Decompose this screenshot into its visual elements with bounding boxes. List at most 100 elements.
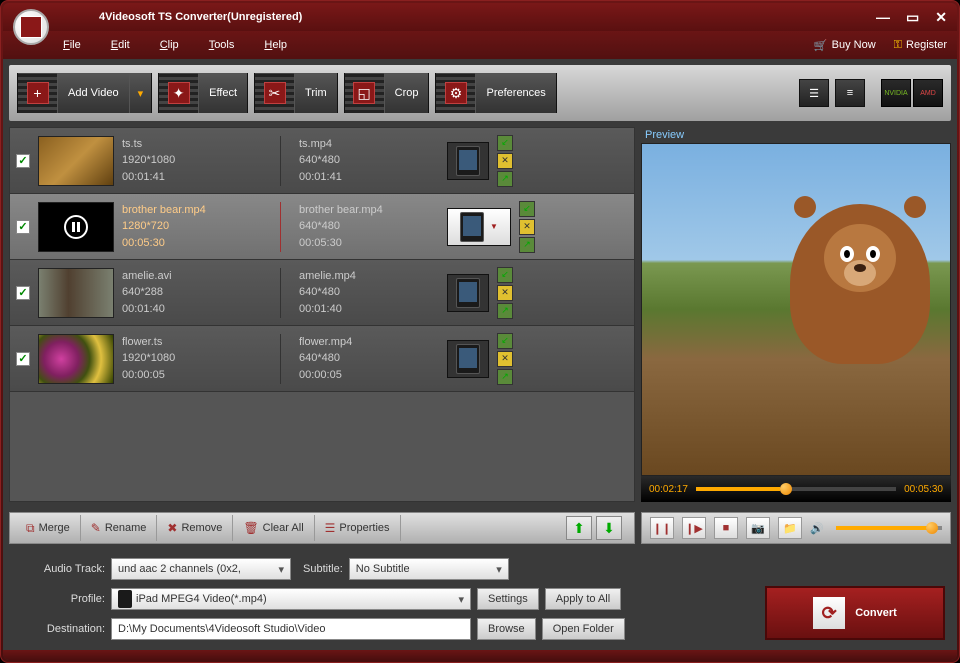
register-link[interactable]: ⚿ Register — [894, 39, 947, 52]
open-folder-icon-button[interactable]: 📁 — [778, 517, 802, 539]
stop-button[interactable]: ■ — [714, 517, 738, 539]
apply-to-all-button[interactable]: Apply to All — [545, 588, 621, 610]
list-icon: ☰ — [325, 521, 336, 535]
output-resolution: 640*480 — [299, 218, 439, 235]
volume-thumb[interactable] — [926, 522, 938, 534]
remove-button[interactable]: ✖Remove — [157, 515, 233, 541]
menu-edit[interactable]: Edit — [111, 39, 130, 51]
source-duration: 00:00:05 — [122, 367, 272, 384]
audio-track-select[interactable]: und aac 2 channels (0x2,▾ — [111, 558, 291, 580]
move-up-button[interactable]: ⬆ — [566, 516, 592, 540]
remove-row-button[interactable]: ✕ — [497, 285, 513, 301]
divider — [280, 268, 281, 318]
add-video-dropdown[interactable]: ▾ — [129, 73, 152, 113]
view-detail-button[interactable]: ≡ — [835, 79, 865, 107]
device-target[interactable]: ▼ — [447, 208, 511, 246]
add-video-button[interactable]: + Add Video ▾ — [17, 73, 152, 113]
checkbox[interactable]: ✓ — [16, 286, 30, 300]
file-row[interactable]: ✓ ts.ts 1920*1080 00:01:41 ts.mp4 640*48… — [10, 128, 634, 194]
output-duration: 00:01:40 — [299, 301, 439, 318]
properties-button[interactable]: ☰Properties — [315, 515, 401, 541]
preferences-button[interactable]: ⚙ Preferences — [435, 73, 556, 113]
toolbar-right: ☰ ≡ NVIDIA AMD — [799, 79, 943, 107]
menubar: File Edit Clip Tools Help 🛒 Buy Now ⚿ Re… — [3, 31, 957, 59]
expand-button[interactable]: ↙ — [497, 267, 513, 283]
device-target[interactable] — [447, 142, 489, 180]
file-row[interactable]: ✓ flower.ts 1920*1080 00:00:05 flower.mp… — [10, 326, 634, 392]
remove-row-button[interactable]: ✕ — [519, 219, 535, 235]
volume-slider[interactable] — [836, 526, 942, 530]
source-name: brother bear.mp4 — [122, 202, 272, 219]
crop-button[interactable]: ◱ Crop — [344, 73, 430, 113]
app-inner: 4Videosoft TS Converter(Unregistered) — … — [3, 3, 957, 660]
ipad-icon — [456, 278, 480, 308]
app-window: 4Videosoft TS Converter(Unregistered) — … — [0, 0, 960, 663]
menu-clip[interactable]: Clip — [160, 39, 179, 51]
step-button[interactable]: ❙▶ — [682, 517, 706, 539]
scissors-icon: ✂ — [264, 82, 286, 104]
file-row[interactable]: ✓ brother bear.mp4 1280*720 00:05:30 bro… — [10, 194, 634, 260]
remove-row-button[interactable]: ✕ — [497, 153, 513, 169]
volume-icon: 🔊 — [810, 522, 824, 535]
output-info: ts.mp4 640*480 00:01:41 — [289, 136, 439, 186]
effect-button[interactable]: ✦ Effect — [158, 73, 248, 113]
checkbox[interactable]: ✓ — [16, 154, 30, 168]
minimize-button[interactable]: — — [876, 9, 890, 26]
output-info: amelie.mp4 640*480 00:01:40 — [289, 268, 439, 318]
snapshot-button[interactable]: 📷 — [746, 517, 770, 539]
move-down-button[interactable]: ⬇ — [596, 516, 622, 540]
convert-button[interactable]: ⟳ Convert — [765, 586, 945, 640]
expand-button[interactable]: ↙ — [497, 135, 513, 151]
buy-now-link[interactable]: 🛒 Buy Now — [814, 39, 876, 52]
main-area: ✓ ts.ts 1920*1080 00:01:41 ts.mp4 640*48… — [3, 127, 957, 502]
device-target[interactable] — [447, 274, 489, 312]
collapse-button[interactable]: ↗ — [497, 171, 513, 187]
seek-thumb[interactable] — [780, 483, 792, 495]
source-duration: 00:01:40 — [122, 301, 272, 318]
footer — [3, 650, 957, 660]
seek-slider[interactable] — [696, 487, 896, 491]
collapse-button[interactable]: ↗ — [497, 369, 513, 385]
close-button[interactable]: ✕ — [935, 9, 947, 26]
output-duration: 00:05:30 — [299, 235, 439, 252]
subtitle-value: No Subtitle — [356, 563, 410, 575]
output-resolution: 640*480 — [299, 284, 439, 301]
menu-tools[interactable]: Tools — [209, 39, 235, 51]
settings-button[interactable]: Settings — [477, 588, 539, 610]
subtitle-select[interactable]: No Subtitle▾ — [349, 558, 509, 580]
collapse-button[interactable]: ↗ — [519, 237, 535, 253]
checkbox[interactable]: ✓ — [16, 220, 30, 234]
output-name: brother bear.mp4 — [299, 202, 439, 219]
device-target[interactable] — [447, 340, 489, 378]
source-info: flower.ts 1920*1080 00:00:05 — [122, 334, 272, 384]
merge-button[interactable]: ⧉Merge — [16, 515, 81, 541]
pause-button[interactable]: ❙❙ — [650, 517, 674, 539]
audio-track-value: und aac 2 channels (0x2, — [118, 563, 241, 575]
view-list-button[interactable]: ☰ — [799, 79, 829, 107]
toolbar: + Add Video ▾ ✦ Effect ✂ Trim ◱ Crop ⚙ P… — [9, 65, 951, 121]
expand-button[interactable]: ↙ — [519, 201, 535, 217]
maximize-button[interactable]: ▭ — [906, 9, 919, 26]
profile-select[interactable]: iPad MPEG4 Video(*.mp4)▾ — [111, 588, 471, 610]
row-controls: ↙ ✕ ↗ — [497, 333, 513, 385]
convert-section: ⟳ Convert — [765, 558, 945, 640]
file-row[interactable]: ✓ amelie.avi 640*288 00:01:40 amelie.mp4… — [10, 260, 634, 326]
row-controls: ↙ ✕ ↗ — [519, 201, 535, 253]
rename-button[interactable]: ✎Rename — [81, 515, 158, 541]
buy-now-label: Buy Now — [832, 39, 876, 51]
pause-icon — [64, 215, 88, 239]
remove-row-button[interactable]: ✕ — [497, 351, 513, 367]
browse-button[interactable]: Browse — [477, 618, 536, 640]
action-bar: ⧉Merge ✎Rename ✖Remove 🗑Clear All ☰Prope… — [3, 508, 957, 548]
trim-button[interactable]: ✂ Trim — [254, 73, 338, 113]
menu-help[interactable]: Help — [264, 39, 287, 51]
menu-file[interactable]: File — [63, 39, 81, 51]
open-folder-button[interactable]: Open Folder — [542, 618, 625, 640]
thumbnail — [38, 334, 114, 384]
expand-button[interactable]: ↙ — [497, 333, 513, 349]
destination-input[interactable]: D:\My Documents\4Videosoft Studio\Video — [111, 618, 471, 640]
checkbox[interactable]: ✓ — [16, 352, 30, 366]
output-duration: 00:00:05 — [299, 367, 439, 384]
collapse-button[interactable]: ↗ — [497, 303, 513, 319]
clear-all-button[interactable]: 🗑Clear All — [233, 515, 314, 541]
